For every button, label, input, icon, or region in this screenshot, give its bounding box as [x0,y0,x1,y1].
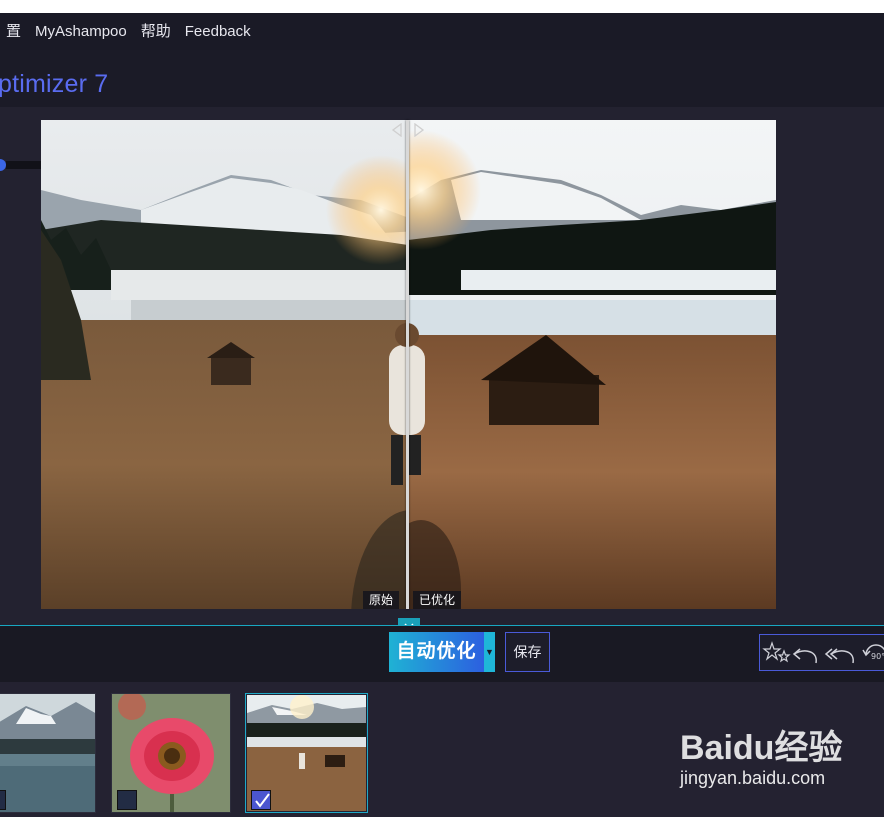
magic-stars-icon [762,641,791,663]
app-window: 置 MyAshampoo 帮助 Feedback ptimizer 7 + [0,13,884,817]
compare-split-handle[interactable] [406,120,409,609]
undo-all-icon [824,648,854,664]
menu-bar: 置 MyAshampoo 帮助 Feedback [0,13,884,50]
thumbnail-lake-checkbox[interactable] [0,790,6,810]
baidu-watermark: Baidu经验 jingyan.baidu.com [680,720,880,800]
work-area: + [0,107,884,698]
app-title: ptimizer 7 [0,70,109,98]
thumbnail-lake-image [0,694,95,812]
thumbnail-flower-checkbox[interactable] [117,790,137,810]
original-label: 原始 [363,591,400,609]
rotate-90-label: 90° [871,652,884,661]
auto-optimize-dropdown[interactable]: ▼ [484,632,495,672]
menu-settings[interactable]: 置 [0,13,29,50]
menu-feedback[interactable]: Feedback [177,13,259,50]
thumbnail-mountain-girl-checkbox[interactable] [251,790,271,810]
title-bar: ptimizer 7 [0,50,884,107]
thumbnail-lake[interactable] [0,693,96,813]
watermark-url: jingyan.baidu.com [680,768,826,788]
edit-tools-group: 90° [759,634,884,671]
watermark-brand: Baidu经验 [680,729,843,767]
undo-icon [792,648,817,664]
checkmark-icon [255,793,270,808]
split-arrows-icon[interactable] [391,123,425,137]
edit-tools-icons[interactable]: 90° [760,635,884,672]
optimized-label: 已优化 [413,591,462,609]
auto-optimize-button[interactable]: 自动优化 [389,632,484,672]
menu-myashampoo[interactable]: MyAshampoo [27,13,135,50]
save-button[interactable]: 保存 [505,632,550,672]
thumbnail-mountain-girl[interactable] [245,693,368,813]
rotate-90-icon: 90° [862,644,884,661]
menu-help[interactable]: 帮助 [133,13,179,50]
action-toolbar: 自动优化 ▼ 保存 90° [0,625,884,682]
thumbnail-flower[interactable] [111,693,231,813]
